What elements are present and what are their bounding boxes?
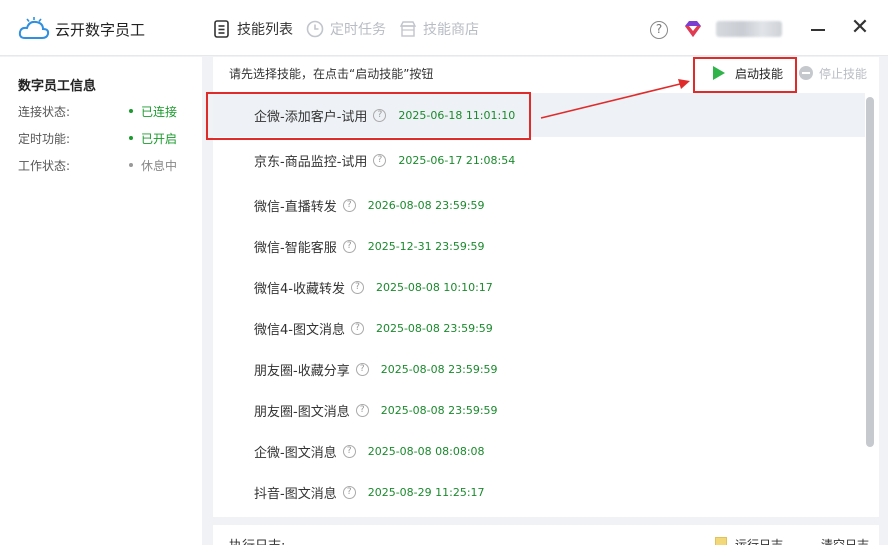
skill-expiry: 2025-08-08 10:10:17 [375, 280, 493, 294]
vip-gem-icon[interactable] [683, 19, 703, 39]
help-icon[interactable]: ? [650, 21, 668, 39]
skill-row[interactable]: 朋友圈-图文消息 ? 2025-08-08 23:59:59 [213, 388, 865, 432]
list-icon [214, 20, 229, 38]
skill-row[interactable]: 朋友圈-收藏分享 ? 2025-08-08 23:59:59 [213, 347, 865, 391]
clock-icon [306, 20, 324, 38]
skill-list: 企微-添加客户-试用 ? 2025-06-18 11:01:10 京东-商品监控… [213, 93, 865, 517]
skill-list-scrollbar[interactable] [865, 93, 875, 517]
skill-row[interactable]: 微信4-收藏转发 ? 2025-08-08 10:10:17 [213, 265, 865, 309]
skill-expiry: 2026-08-08 23:59:59 [367, 198, 485, 212]
status-value: 已开启 [141, 132, 178, 146]
stop-skill-label: 停止技能 [819, 66, 868, 81]
skill-expiry: 2025-06-17 21:08:54 [398, 153, 516, 167]
status-label: 工作状态: [18, 159, 71, 173]
skill-row[interactable]: 企微-图文消息 ? 2025-08-08 08:08:08 [213, 429, 865, 473]
status-label: 定时功能: [18, 132, 71, 146]
store-icon [399, 21, 417, 37]
instruction-hint: 请先选择技能，在点击“启动技能”按钮 [229, 67, 434, 81]
skill-name: 微信4-图文消息 [254, 322, 345, 338]
status-value: 休息中 [141, 159, 178, 173]
skill-name: 朋友圈-收藏分享 [254, 363, 350, 379]
skill-name: 抖音-图文消息 [254, 486, 337, 502]
employee-info-sidebar: 数字员工信息 连接状态: 已连接 定时功能: 已开启 工作状态: 休息中 [0, 57, 202, 545]
minimize-icon[interactable] [811, 29, 825, 31]
status-label: 连接状态: [18, 105, 71, 119]
skill-name: 京东-商品监控-试用 [254, 154, 368, 170]
tab-skill-list[interactable]: 技能列表 [213, 17, 293, 41]
close-icon[interactable]: ✕ [850, 17, 870, 39]
skill-row[interactable]: 微信-直播转发 ? 2026-08-08 23:59:59 [213, 183, 865, 227]
skill-row[interactable]: 微信4-图文消息 ? 2025-08-08 23:59:59 [213, 306, 865, 350]
skill-name: 朋友圈-图文消息 [254, 404, 350, 420]
status-value: 已连接 [141, 105, 178, 119]
skill-row[interactable]: 抖音-图文消息 ? 2025-08-29 11:25:17 [213, 470, 865, 514]
question-icon[interactable]: ? [342, 485, 356, 499]
cloud-logo-icon [18, 17, 50, 39]
user-account-blurred[interactable] [716, 21, 782, 37]
question-icon[interactable]: ? [355, 403, 369, 417]
title-bar: 云开数字员工 技能列表 定时任务 技能商店 ? ✕ [0, 0, 888, 56]
question-icon[interactable]: ? [373, 153, 387, 167]
skill-row[interactable]: 微信-智能客服 ? 2025-12-31 23:59:59 [213, 224, 865, 268]
question-icon[interactable]: ? [342, 239, 356, 253]
tab-label: 技能列表 [237, 22, 293, 38]
tab-label: 技能商店 [423, 22, 479, 38]
skill-expiry: 2025-08-08 23:59:59 [380, 362, 498, 376]
question-icon[interactable]: ? [355, 362, 369, 376]
skill-name: 微信-智能客服 [254, 240, 337, 256]
schedule-status-row: 定时功能: 已开启 [18, 128, 188, 148]
tab-skill-store[interactable]: 技能商店 [399, 17, 479, 41]
status-dot-icon [129, 163, 133, 167]
skill-name: 微信4-收藏转发 [254, 281, 345, 297]
question-icon[interactable]: ? [342, 198, 356, 212]
skill-expiry: 2025-08-29 11:25:17 [367, 485, 485, 499]
skill-expiry: 2025-12-31 23:59:59 [367, 239, 485, 253]
scrollbar-thumb[interactable] [866, 97, 874, 447]
tab-timed-tasks[interactable]: 定时任务 [306, 17, 386, 41]
status-dot-icon [129, 109, 133, 113]
clear-log-button[interactable]: 清空日志 [821, 536, 869, 545]
stop-icon [799, 66, 813, 80]
run-log-legend-icon [715, 537, 727, 545]
annotation-highlight-start-button [693, 57, 797, 93]
question-icon[interactable]: ? [342, 444, 356, 458]
work-status-row: 工作状态: 休息中 [18, 155, 188, 175]
run-log-label: 运行日志 [735, 538, 784, 545]
stop-skill-button[interactable]: 停止技能 [799, 63, 867, 83]
skill-row[interactable]: 京东-商品监控-试用 ? 2025-06-17 21:08:54 [213, 138, 865, 182]
status-dot-icon [129, 136, 133, 140]
skill-expiry: 2025-08-08 23:59:59 [375, 321, 493, 335]
skill-name: 企微-图文消息 [254, 445, 337, 461]
skill-expiry: 2025-08-08 23:59:59 [380, 403, 498, 417]
question-icon[interactable]: ? [350, 321, 364, 335]
log-title: 执行日志: [229, 535, 285, 545]
skill-name: 微信-直播转发 [254, 199, 337, 215]
app-title: 云开数字员工 [55, 21, 146, 39]
tab-label: 定时任务 [330, 22, 386, 38]
skill-expiry: 2025-08-08 08:08:08 [367, 444, 485, 458]
annotation-highlight-selected-skill [206, 92, 531, 140]
sidebar-title: 数字员工信息 [18, 79, 97, 94]
execution-log-panel: 执行日志: 运行日志 清空日志 [213, 525, 879, 545]
connection-status-row: 连接状态: 已连接 [18, 101, 188, 121]
question-icon[interactable]: ? [350, 280, 364, 294]
